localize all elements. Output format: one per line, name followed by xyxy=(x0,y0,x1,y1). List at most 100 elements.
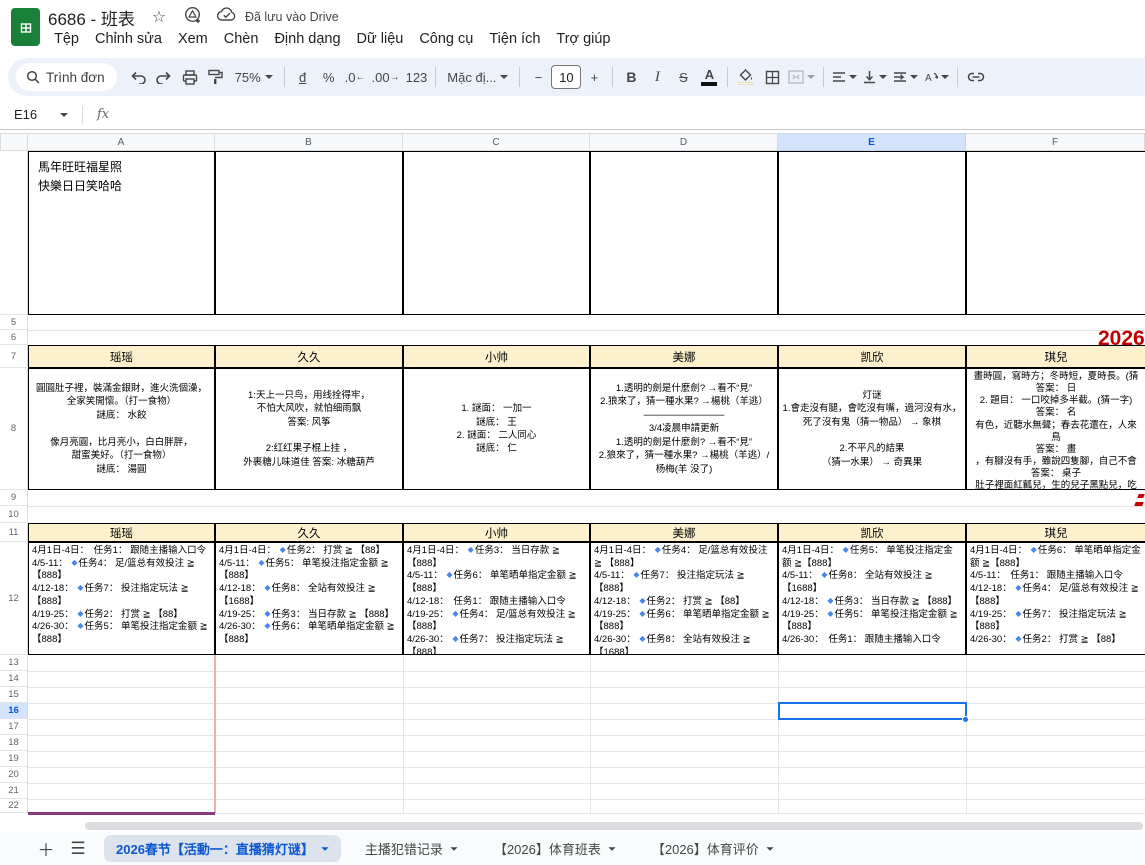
menu-help[interactable]: Trợ giúp xyxy=(548,28,618,50)
cell-A8[interactable]: 圓圓肚子裡，裝滿金銀財，進火洗個澡， 全家笑開懷。（打一食物） 謎底： 水餃 像… xyxy=(28,368,215,490)
add-sheet-button[interactable]: ＋ xyxy=(32,835,60,863)
menu-tools[interactable]: Công cụ xyxy=(411,28,481,50)
col-header-E[interactable]: E xyxy=(778,133,966,151)
t2-header-B[interactable]: 久久 xyxy=(215,523,403,542)
undo-button[interactable] xyxy=(125,64,151,90)
menu-view[interactable]: Xem xyxy=(170,28,216,50)
cell-B1[interactable] xyxy=(215,151,403,315)
move-to-drive-icon[interactable] xyxy=(183,6,203,29)
formula-input[interactable] xyxy=(109,100,1145,129)
row-header-17[interactable]: 17 xyxy=(0,719,28,735)
row-header-10[interactable]: 10 xyxy=(0,506,28,523)
row-header-13[interactable]: 13 xyxy=(0,655,28,671)
menu-data[interactable]: Dữ liệu xyxy=(349,28,412,50)
col-header-D[interactable]: D xyxy=(590,133,778,151)
text-rotation-button[interactable]: A xyxy=(921,64,952,90)
cell-B12[interactable]: 4月1日-4日： ◆任务2： 打赏 ≧ 【88】 4/5-11： ◆任务5： 单… xyxy=(215,542,403,655)
t2-header-A[interactable]: 瑶瑶 xyxy=(28,523,215,542)
strikethrough-button[interactable]: S xyxy=(670,64,696,90)
font-size-input[interactable]: 10 xyxy=(551,65,581,89)
font-select[interactable]: Mặc đị... xyxy=(441,70,514,85)
paint-format-button[interactable] xyxy=(203,64,229,90)
decrease-decimal-button[interactable]: .0← xyxy=(342,64,369,90)
all-sheets-button[interactable]: ☰ xyxy=(64,835,92,863)
t2-header-C[interactable]: 小帅 xyxy=(403,523,590,542)
menu-edit[interactable]: Chỉnh sửa xyxy=(87,28,170,50)
sheet-tab-3[interactable]: 【2026】体育班表 xyxy=(482,835,628,862)
row-header-16[interactable]: 16 xyxy=(0,703,28,719)
cell-C1[interactable] xyxy=(403,151,590,315)
print-button[interactable] xyxy=(177,64,203,90)
increase-decimal-button[interactable]: .00→ xyxy=(369,64,403,90)
spreadsheet-grid[interactable]: A B C D E F 5 6 7 8 9 10 11 12 13 14 15 … xyxy=(0,130,1145,820)
menu-format[interactable]: Định dạng xyxy=(266,28,348,50)
col-header-A[interactable]: A xyxy=(28,133,215,151)
t1-header-F[interactable]: 琪兒 xyxy=(966,345,1145,368)
t1-header-E[interactable]: 凯欣 xyxy=(778,345,966,368)
saved-to-drive-cloud-icon[interactable] xyxy=(217,7,237,27)
menu-extensions[interactable]: Tiện ích xyxy=(481,28,548,50)
cell-C12[interactable]: 4月1日-4日： ◆任务3： 当日存款 ≧ 【888】 4/5-11： ◆任务6… xyxy=(403,542,590,655)
row-header-8[interactable]: 8 xyxy=(0,368,28,490)
t2-header-D[interactable]: 美娜 xyxy=(590,523,778,542)
format-currency-button[interactable]: đ xyxy=(290,64,316,90)
row-header-15[interactable]: 15 xyxy=(0,687,28,703)
text-color-button[interactable]: A xyxy=(696,64,722,90)
cell-E1[interactable] xyxy=(778,151,966,315)
sheet-tab-2[interactable]: 主播犯错记录 xyxy=(353,835,470,862)
row-header-banner[interactable] xyxy=(0,151,28,315)
italic-button[interactable]: I xyxy=(644,64,670,90)
col-header-C[interactable]: C xyxy=(403,133,590,151)
cell-A1-banner[interactable]: 馬年旺旺福星照 快樂日日笑哈哈 xyxy=(28,151,215,315)
t1-header-C[interactable]: 小帅 xyxy=(403,345,590,368)
more-formats-button[interactable]: 123 xyxy=(403,64,431,90)
cell-C8[interactable]: 1. 謎面： 一加一 謎底： 王 2. 謎面： 二人同心 謎底： 仁 xyxy=(403,368,590,490)
t1-header-A[interactable]: 瑶瑶 xyxy=(28,345,215,368)
sheets-logo[interactable] xyxy=(11,8,40,46)
row-header-14[interactable]: 14 xyxy=(0,671,28,687)
bold-button[interactable]: B xyxy=(618,64,644,90)
horizontal-align-button[interactable] xyxy=(829,64,860,90)
row-header-6[interactable]: 6 xyxy=(0,330,28,345)
sheet-tab-4[interactable]: 【2026】体育评价 xyxy=(640,835,786,862)
star-icon[interactable]: ☆ xyxy=(149,7,169,27)
col-header-B[interactable]: B xyxy=(215,133,403,151)
horizontal-scrollbar-thumb[interactable] xyxy=(85,822,1143,830)
selected-cell-E16[interactable] xyxy=(778,702,967,720)
t1-header-D[interactable]: 美娜 xyxy=(590,345,778,368)
cell-E12[interactable]: 4月1日-4日： ◆任务5： 单笔投注指定金额 ≧【888】 4/5-11： ◆… xyxy=(778,542,966,655)
row-header-12[interactable]: 12 xyxy=(0,542,28,655)
saved-status[interactable]: Đã lưu vào Drive xyxy=(245,10,339,24)
cell-F1[interactable] xyxy=(966,151,1145,315)
cell-D8[interactable]: 1.透明的劍是什麼劍? →看不“見” 2.狼來了，猜一種水果? →楊桃（羊逃） … xyxy=(590,368,778,490)
borders-button[interactable] xyxy=(759,64,785,90)
menu-file[interactable]: Tệp xyxy=(46,28,87,50)
row-header-22[interactable]: 22 xyxy=(0,799,28,813)
increase-font-size-button[interactable]: + xyxy=(581,64,607,90)
fill-handle[interactable] xyxy=(962,716,969,723)
t2-header-E[interactable]: 凯欣 xyxy=(778,523,966,542)
fill-color-button[interactable] xyxy=(733,64,759,90)
cell-D12[interactable]: 4月1日-4日： ◆任务4： 足/篮总有效投注 ≧ 【888】 4/5-11： … xyxy=(590,542,778,655)
cell-F8[interactable]: 畫時圓，寫時方；冬時短，夏時長。(猜 答案： 日 2. 題目： 一口咬掉多半截。… xyxy=(966,368,1145,490)
vertical-align-button[interactable] xyxy=(860,64,890,90)
cell-B8[interactable]: 1:天上一只鸟，用线拴得牢， 不怕大风吹，就怕细雨飘 答案: 风筝 2:红红果子… xyxy=(215,368,403,490)
row-header-21[interactable]: 21 xyxy=(0,783,28,799)
sheet-tab-active[interactable]: 2026春节【活動一：直播猜灯谜】 xyxy=(104,835,341,862)
row-header-11[interactable]: 11 xyxy=(0,523,28,542)
row-header-19[interactable]: 19 xyxy=(0,751,28,767)
insert-link-button[interactable] xyxy=(963,64,989,90)
cell-F12[interactable]: 4月1日-4日： ◆任务6： 单笔晒单指定金额 ≧【888】 4/5-11： 任… xyxy=(966,542,1145,655)
document-title[interactable]: 6686 - 班表 xyxy=(48,5,135,30)
row-header-18[interactable]: 18 xyxy=(0,735,28,751)
format-percent-button[interactable]: % xyxy=(316,64,342,90)
t2-header-F[interactable]: 琪兒 xyxy=(966,523,1145,542)
row-header-9[interactable]: 9 xyxy=(0,490,28,506)
text-wrap-button[interactable] xyxy=(890,64,921,90)
decrease-font-size-button[interactable]: − xyxy=(525,64,551,90)
menu-insert[interactable]: Chèn xyxy=(216,28,267,50)
t1-header-B[interactable]: 久久 xyxy=(215,345,403,368)
row-header-20[interactable]: 20 xyxy=(0,767,28,783)
name-box[interactable]: E16 xyxy=(0,107,76,122)
col-header-F[interactable]: F xyxy=(966,133,1145,151)
